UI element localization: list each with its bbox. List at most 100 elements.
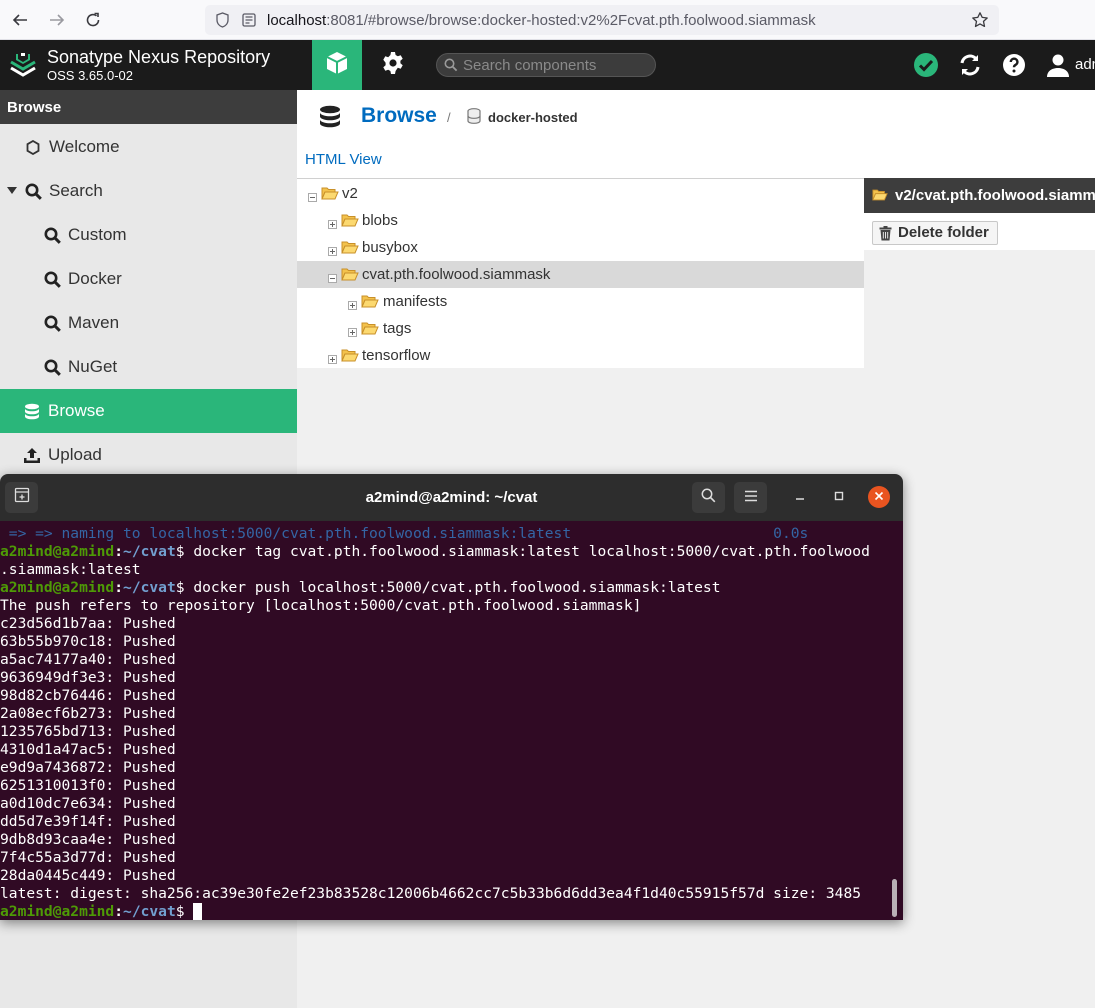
sidebar-item-search[interactable]: Search bbox=[0, 169, 297, 213]
sidebar-item-welcome[interactable]: Welcome bbox=[0, 125, 297, 169]
terminal-layer-line: a0d10dc7e634: Pushed bbox=[0, 795, 176, 812]
tree-node-manifests[interactable]: manifests bbox=[297, 288, 864, 315]
terminal-line: .siammask:latest bbox=[0, 561, 141, 578]
terminal-layer-line: a5ac74177a40: Pushed bbox=[0, 651, 176, 668]
terminal-layer-line: 98d82cb76446: Pushed bbox=[0, 687, 176, 704]
sidebar-item-browse[interactable]: Browse bbox=[0, 389, 297, 433]
sidebar-item-maven[interactable]: Maven bbox=[0, 301, 297, 345]
page-info-icon[interactable] bbox=[241, 12, 257, 33]
maximize-button[interactable] bbox=[828, 486, 850, 508]
folder-icon bbox=[341, 348, 359, 367]
search-icon bbox=[444, 58, 458, 77]
search-icon bbox=[43, 359, 61, 376]
sidebar-item-upload[interactable]: Upload bbox=[0, 433, 297, 477]
close-icon bbox=[874, 488, 884, 506]
delete-folder-button[interactable]: Delete folder bbox=[872, 221, 998, 245]
folder-icon bbox=[341, 213, 359, 232]
terminal-output[interactable]: => => naming to localhost:5000/cvat.pth.… bbox=[0, 521, 903, 920]
hexagon-icon bbox=[24, 139, 42, 155]
tree-node-cvat-siammask[interactable]: cvat.pth.foolwood.siammask bbox=[297, 261, 864, 288]
database-icon bbox=[23, 403, 41, 420]
user-icon[interactable] bbox=[1045, 52, 1071, 78]
detail-panel-header: v2/cvat.pth.foolwood.siamm bbox=[864, 178, 1095, 213]
expand-icon[interactable] bbox=[328, 243, 337, 256]
cube-icon bbox=[324, 50, 350, 81]
tree-node-tags[interactable]: tags bbox=[297, 315, 864, 342]
tree-node-v2[interactable]: v2 bbox=[297, 180, 864, 207]
sidebar-item-docker[interactable]: Docker bbox=[0, 257, 297, 301]
collapse-icon[interactable] bbox=[328, 270, 337, 283]
reload-icon[interactable] bbox=[81, 8, 105, 32]
close-button[interactable] bbox=[868, 486, 890, 508]
tree-node-busybox[interactable]: busybox bbox=[297, 234, 864, 261]
expand-icon[interactable] bbox=[348, 324, 357, 337]
terminal-line: a2mind@a2mind:~/cvat$ docker push localh… bbox=[0, 579, 721, 596]
browse-mode-button[interactable] bbox=[312, 40, 362, 90]
help-icon[interactable] bbox=[1001, 52, 1027, 78]
search-icon bbox=[24, 183, 42, 200]
folder-open-icon bbox=[321, 186, 339, 205]
folder-icon bbox=[361, 294, 379, 313]
sonatype-logo-icon[interactable] bbox=[8, 50, 38, 85]
back-icon[interactable] bbox=[8, 8, 32, 32]
browser-toolbar: localhost:8081/#browse/browse:docker-hos… bbox=[0, 0, 1095, 40]
maximize-icon bbox=[834, 488, 844, 506]
minimize-button[interactable] bbox=[789, 486, 811, 508]
system-status-ok-icon[interactable] bbox=[913, 52, 939, 78]
terminal-layer-line: 7f4c55a3d77d: Pushed bbox=[0, 849, 176, 866]
terminal-layer-line: 2a08ecf6b273: Pushed bbox=[0, 705, 176, 722]
terminal-line: latest: digest: sha256:ac39e30fe2ef23b83… bbox=[0, 885, 862, 902]
sidebar-item-nuget[interactable]: NuGet bbox=[0, 345, 297, 389]
terminal-window[interactable]: a2mind@a2mind: ~/cvat => => naming to lo… bbox=[0, 474, 903, 920]
chevron-down-icon[interactable] bbox=[7, 187, 17, 195]
collapse-icon[interactable] bbox=[308, 189, 317, 202]
upload-icon bbox=[23, 447, 41, 464]
folder-open-icon bbox=[872, 188, 888, 206]
terminal-layer-line: dd5d7e39f14f: Pushed bbox=[0, 813, 176, 830]
terminal-title: a2mind@a2mind: ~/cvat bbox=[365, 489, 538, 506]
repository-tree: v2 blobs busybox cvat.pth.foolwood.siamm… bbox=[297, 178, 864, 368]
url-bar[interactable]: localhost:8081/#browse/browse:docker-hos… bbox=[205, 5, 999, 35]
search-icon bbox=[43, 271, 61, 288]
terminal-prompt-line[interactable]: a2mind@a2mind:~/cvat$ bbox=[0, 903, 903, 920]
admin-mode-button[interactable] bbox=[368, 40, 418, 90]
search-components-input[interactable] bbox=[463, 56, 648, 74]
breadcrumb-browse-link[interactable]: Browse bbox=[361, 104, 437, 128]
terminal-line: => => naming to localhost:5000/cvat.pth.… bbox=[0, 525, 809, 542]
breadcrumb: Browse / docker-hosted HTML View bbox=[297, 90, 1095, 178]
terminal-layer-line: 9636949df3e3: Pushed bbox=[0, 669, 176, 686]
terminal-layer-line: 9db8d93caa4e: Pushed bbox=[0, 831, 176, 848]
search-icon bbox=[43, 315, 61, 332]
folder-icon bbox=[361, 321, 379, 340]
sidebar-header: Browse bbox=[0, 90, 297, 124]
gear-icon bbox=[381, 51, 405, 80]
expand-icon[interactable] bbox=[328, 216, 337, 229]
bookmark-star-icon[interactable] bbox=[971, 11, 989, 34]
forward-icon[interactable] bbox=[45, 8, 69, 32]
sidebar-item-custom[interactable]: Custom bbox=[0, 213, 297, 257]
breadcrumb-separator: / bbox=[447, 110, 451, 125]
url-text: localhost:8081/#browse/browse:docker-hos… bbox=[267, 12, 816, 29]
refresh-icon[interactable] bbox=[957, 52, 983, 78]
terminal-menu-button[interactable] bbox=[734, 482, 767, 513]
terminal-titlebar[interactable]: a2mind@a2mind: ~/cvat bbox=[0, 474, 903, 521]
database-icon bbox=[319, 105, 341, 134]
terminal-layer-line: 1235765bd713: Pushed bbox=[0, 723, 176, 740]
search-components-box[interactable] bbox=[436, 53, 656, 77]
tree-node-blobs[interactable]: blobs bbox=[297, 207, 864, 234]
tree-node-tensorflow[interactable]: tensorflow bbox=[297, 342, 864, 369]
user-label[interactable]: adm bbox=[1075, 56, 1095, 73]
shield-icon[interactable] bbox=[215, 12, 230, 33]
terminal-layer-line: c23d56d1b7aa: Pushed bbox=[0, 615, 176, 632]
expand-icon[interactable] bbox=[328, 351, 337, 364]
terminal-scrollbar[interactable] bbox=[892, 879, 897, 917]
folder-icon bbox=[341, 240, 359, 259]
terminal-search-button[interactable] bbox=[692, 482, 725, 513]
folder-open-icon bbox=[341, 267, 359, 286]
minimize-icon bbox=[795, 488, 805, 506]
terminal-layer-line: 6251310013f0: Pushed bbox=[0, 777, 176, 794]
html-view-link[interactable]: HTML View bbox=[305, 151, 382, 168]
detail-path: v2/cvat.pth.foolwood.siamm bbox=[895, 187, 1095, 204]
app-version: OSS 3.65.0-02 bbox=[47, 68, 133, 83]
expand-icon[interactable] bbox=[348, 297, 357, 310]
